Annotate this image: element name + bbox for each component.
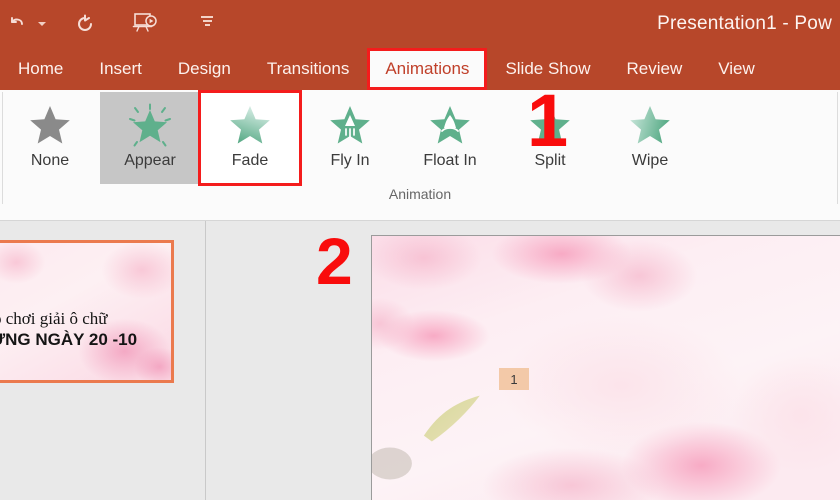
tab-home[interactable]: Home: [0, 48, 81, 90]
undo-dropdown-caret-icon[interactable]: [34, 7, 50, 41]
title-bar: Presentation1 - Pow: [0, 0, 840, 48]
tab-animations[interactable]: Animations: [367, 48, 488, 90]
powerpoint-window: Presentation1 - Pow Home Insert Design T…: [0, 0, 840, 500]
star-float-in-icon: [427, 100, 473, 150]
thumbnail-title-line1: ò chơi giải ô chữ: [0, 309, 108, 328]
tab-review[interactable]: Review: [609, 48, 701, 90]
animation-split[interactable]: Split: [500, 92, 600, 184]
animation-fade-label: Fade: [231, 152, 269, 169]
slide-canvas[interactable]: 1: [371, 235, 840, 500]
animation-group-label: Animation: [388, 186, 452, 202]
star-none-icon: [27, 100, 73, 150]
start-slideshow-icon[interactable]: [128, 7, 162, 41]
animation-sequence-tag[interactable]: 1: [499, 368, 529, 390]
tab-insert[interactable]: Insert: [81, 48, 160, 90]
animation-split-label: Split: [534, 152, 566, 169]
animation-gallery: None Appear Fade Fly In Float In Split W…: [0, 90, 840, 186]
animation-wipe[interactable]: Wipe: [600, 92, 700, 184]
thumbnail-title-line2: ỪNG NGÀY 20 -10: [0, 330, 138, 349]
tab-transitions[interactable]: Transitions: [249, 48, 368, 90]
ribbon-tab-strip: Home Insert Design Transitions Animation…: [0, 48, 840, 90]
star-fly-in-icon: [327, 100, 373, 150]
tab-view[interactable]: View: [700, 48, 773, 90]
animation-float-in-label: Float In: [423, 152, 477, 169]
star-fade-icon: [227, 100, 273, 150]
workspace: ò chơi giải ô chữ ỪNG NGÀY 20 -10 1: [0, 221, 840, 500]
document-title: Presentation1 - Pow: [657, 13, 832, 34]
ribbon-animations: None Appear Fade Fly In Float In Split W…: [0, 90, 840, 221]
animation-wipe-label: Wipe: [631, 152, 669, 169]
animation-float-in[interactable]: Float In: [400, 92, 500, 184]
tab-slide-show[interactable]: Slide Show: [487, 48, 608, 90]
animation-none-label: None: [30, 152, 70, 169]
redo-icon[interactable]: [68, 7, 102, 41]
slide-stage: 1: [206, 221, 840, 500]
star-split-icon: [527, 100, 573, 150]
quick-access-toolbar: [0, 0, 162, 48]
animation-fly-in-label: Fly In: [330, 152, 370, 169]
slide-background-art: [372, 236, 840, 500]
tab-design[interactable]: Design: [160, 48, 249, 90]
animation-appear-label: Appear: [124, 152, 176, 169]
slide-thumbnail-1[interactable]: ò chơi giải ô chữ ỪNG NGÀY 20 -10: [0, 240, 174, 383]
customize-quick-access-toolbar-icon[interactable]: [196, 8, 218, 36]
thumbnail-text-block: ò chơi giải ô chữ ỪNG NGÀY 20 -10: [0, 309, 171, 350]
animation-fly-in[interactable]: Fly In: [300, 92, 400, 184]
undo-icon[interactable]: [0, 7, 34, 41]
star-burst-icon: [127, 100, 173, 150]
animation-appear[interactable]: Appear: [100, 92, 200, 184]
star-wipe-icon: [627, 100, 673, 150]
animation-fade[interactable]: Fade: [198, 90, 302, 186]
animation-none[interactable]: None: [0, 92, 100, 184]
slide-thumbnail-pane[interactable]: ò chơi giải ô chữ ỪNG NGÀY 20 -10: [0, 221, 206, 500]
